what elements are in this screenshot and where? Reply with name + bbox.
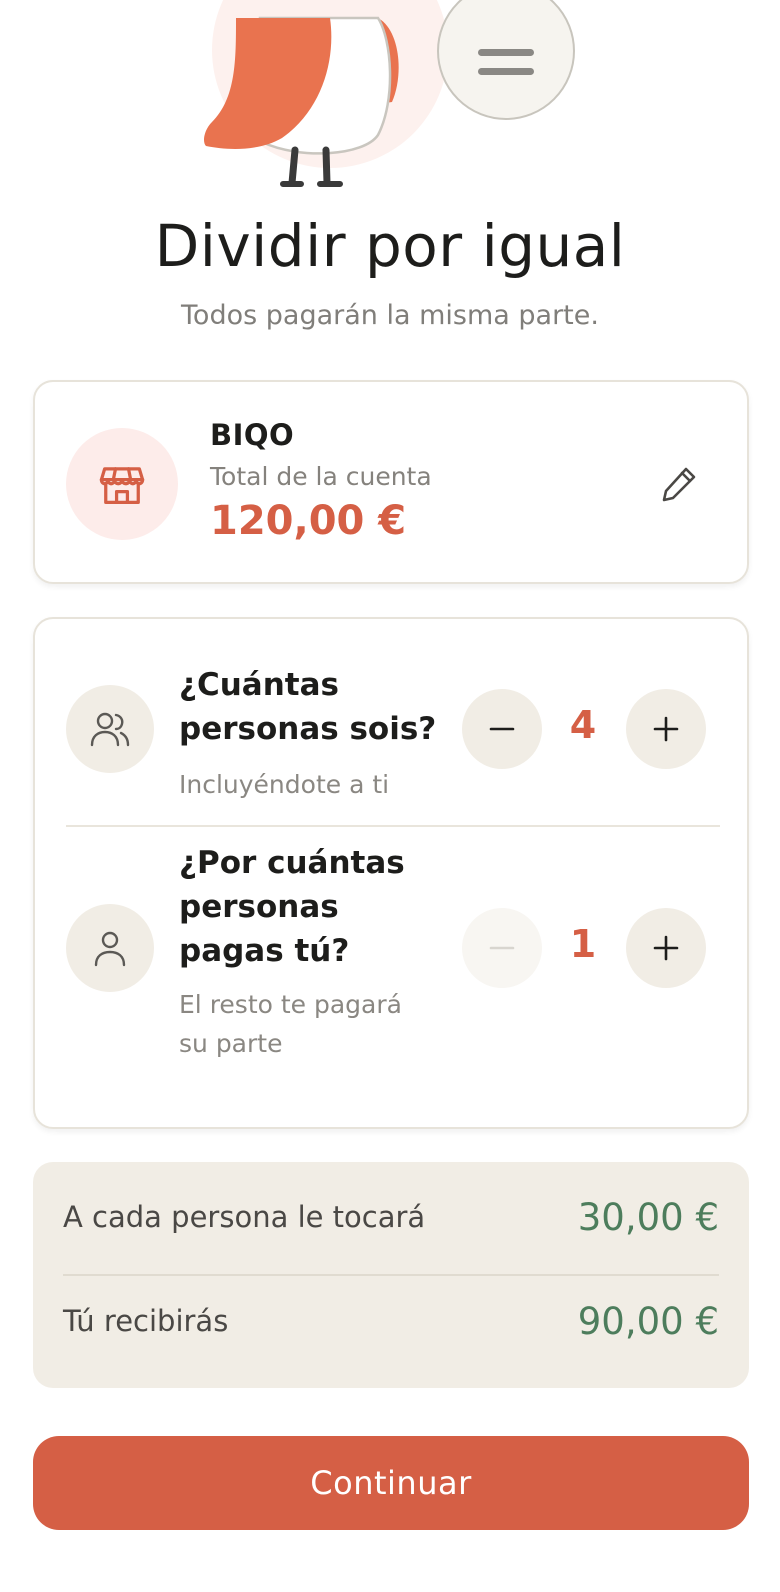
store-icon <box>99 467 145 505</box>
split-equally-screen: Dividir por igual Todos pagarán la misma… <box>0 0 780 1592</box>
results-divider <box>63 1274 719 1276</box>
you-receive-label: Tú recibirás <box>63 1304 229 1338</box>
pencil-icon <box>662 467 696 502</box>
minus-icon <box>489 727 515 731</box>
people-count-decrement-button[interactable] <box>462 689 542 769</box>
paying-for-decrement-button[interactable] <box>462 908 542 988</box>
per-person-label: A cada persona le tocará <box>63 1200 426 1234</box>
plus-icon <box>653 935 679 961</box>
people-count-hint: Incluyéndote a ti <box>179 770 390 799</box>
bill-summary-card: BIQO Total de la cuenta 120,00 € <box>33 380 749 584</box>
bird-mascot-icon <box>204 0 448 187</box>
people-count-question: ¿Cuántas personas sois? <box>179 667 437 747</box>
per-person-amount: 30,00 € <box>577 1196 719 1239</box>
paying-for-question: ¿Por cuántas personas pagas tú? <box>179 845 405 969</box>
paying-for-hint: El resto te pagará su parte <box>179 990 402 1058</box>
single-user-avatar <box>66 904 154 992</box>
edit-bill-button[interactable] <box>655 460 703 508</box>
continue-button[interactable]: Continuar <box>33 1436 749 1530</box>
you-receive-amount: 90,00 € <box>577 1300 719 1343</box>
people-count-value: 4 <box>569 703 597 747</box>
users-icon <box>90 712 130 747</box>
people-count-increment-button[interactable] <box>626 689 706 769</box>
menu-icon <box>478 49 534 56</box>
user-icon <box>94 931 126 967</box>
plus-icon <box>653 716 679 742</box>
row-divider <box>66 825 720 827</box>
bill-total-label: Total de la cuenta <box>210 462 432 491</box>
paying-for-increment-button[interactable] <box>626 908 706 988</box>
hero-illustration <box>0 0 780 200</box>
page-subtitle: Todos pagarán la misma parte. <box>181 300 599 331</box>
paying-for-value: 1 <box>569 922 597 966</box>
group-avatar <box>66 685 154 773</box>
restaurant-name: BIQO <box>210 418 295 452</box>
page-title: Dividir por igual <box>154 212 626 280</box>
store-avatar <box>66 428 178 540</box>
people-settings-card: ¿Cuántas personas sois? Incluyéndote a t… <box>33 617 749 1129</box>
split-results-panel: A cada persona le tocará 30,00 € Tú reci… <box>33 1162 749 1388</box>
minus-icon <box>489 946 515 950</box>
bill-total-amount: 120,00 € <box>210 498 407 544</box>
